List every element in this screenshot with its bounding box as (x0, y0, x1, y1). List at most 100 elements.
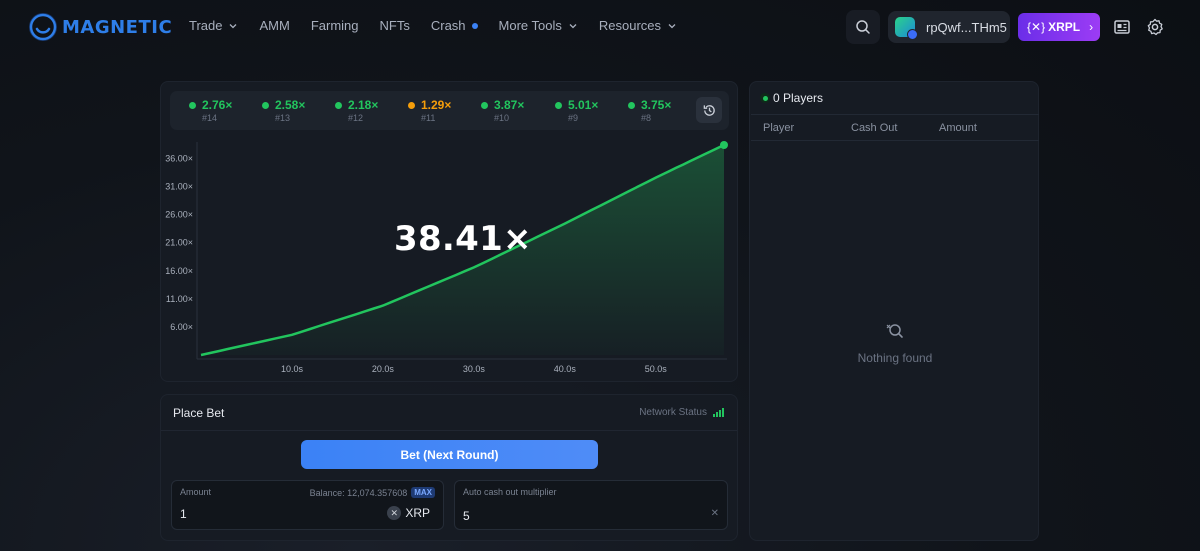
balance-display: Balance: 12,074.357608 MAX (310, 487, 435, 498)
players-panel: 0 Players Player Cash Out Amount Nothing… (749, 81, 1039, 541)
auto-cashout-field[interactable]: Auto cash out multiplier 5 ✕ (454, 480, 728, 530)
search-icon (856, 20, 870, 34)
status-dot (335, 101, 342, 109)
history-round: #11 (421, 113, 436, 123)
history-round: #14 (202, 113, 218, 123)
y-tick-label: 26.00× (165, 210, 193, 220)
y-tick-label: 21.00× (165, 238, 193, 248)
menu-label: More Tools (498, 18, 562, 33)
menu-label: Farming (310, 18, 359, 33)
y-tick-label: 6.00× (170, 322, 193, 332)
history-multiplier: 3.75× (641, 98, 672, 112)
active-dot-indicator (471, 22, 478, 29)
status-dot (628, 101, 635, 109)
history-round: #9 (568, 113, 579, 123)
menu-farming[interactable]: Farming (311, 18, 359, 33)
players-table-header: Player Cash Out Amount (751, 114, 1039, 141)
balance-text: Balance: 12,074.357608 (309, 487, 408, 498)
news-icon[interactable] (1113, 18, 1131, 36)
magnetic-logo-icon (29, 13, 57, 41)
menu-nfts[interactable]: NFTs (380, 18, 410, 33)
history-multiplier: 1.29× (421, 98, 452, 112)
status-dot (408, 101, 415, 109)
chevron-down-icon (230, 23, 237, 28)
amount-label: Amount (180, 487, 212, 497)
crash-graph-panel: 2.76× #14 2.58× #13 2.18× #12 1.29× #11 … (160, 81, 738, 382)
menu-label: AMM (259, 18, 290, 33)
currency-selector[interactable]: ✕ XRP (387, 506, 430, 520)
round-history-bar: 2.76× #14 2.58× #13 2.18× #12 1.29× #11 … (170, 91, 729, 130)
history-item[interactable]: 3.87× #10 (481, 98, 541, 123)
xrp-icon: ✕ (387, 506, 402, 520)
players-header: 0 Players (760, 91, 823, 105)
max-button[interactable]: MAX (411, 487, 435, 498)
no-results-icon (886, 324, 903, 338)
history-item[interactable]: 2.18× #12 (335, 98, 395, 123)
place-bet-panel: Place Bet Network Status Bet (Next Round… (160, 394, 738, 541)
history-multiplier: 2.76× (202, 98, 233, 112)
search-button[interactable] (846, 10, 880, 44)
menu-label: Trade (189, 18, 223, 33)
column-cash-out: Cash Out (851, 122, 898, 134)
history-item[interactable]: 2.58× #13 (262, 98, 322, 123)
history-round: #8 (641, 113, 652, 123)
x-tick-label: 10.0s (281, 364, 304, 374)
y-tick-label: 31.00× (165, 182, 193, 192)
y-tick-label: 16.00× (165, 266, 193, 276)
menu-resources[interactable]: Resources (599, 18, 677, 33)
history-multiplier: 5.01× (568, 98, 599, 112)
chart-end-point (720, 141, 728, 149)
history-item[interactable]: 1.29× #11 (408, 98, 468, 123)
menu-label: Resources (598, 18, 662, 33)
chevron-right-icon: › (1089, 20, 1094, 34)
auto-cashout-label: Auto cash out multiplier (463, 487, 557, 497)
bet-button[interactable]: Bet (Next Round) (301, 440, 598, 469)
x-tick-label: 30.0s (463, 364, 486, 374)
y-tick-label: 36.00× (165, 154, 193, 164)
signal-icon (712, 408, 724, 417)
wallet-button[interactable]: rpQwf...THm5 (888, 11, 1010, 43)
status-dot (555, 101, 562, 109)
y-tick-label: 11.00× (166, 294, 193, 304)
column-player: Player (763, 122, 795, 134)
clear-icon[interactable]: ✕ (711, 508, 719, 519)
menu-more-tools[interactable]: More Tools (499, 18, 578, 33)
history-multiplier: 3.87× (494, 98, 525, 112)
menu-crash[interactable]: Crash (431, 18, 478, 33)
empty-text: Nothing found (857, 351, 933, 365)
current-multiplier: 38.41× (394, 219, 532, 259)
top-nav: MAGNETIC Trade AMM Farming NFTs Crash Mo… (0, 0, 1200, 54)
amount-input[interactable]: 1 (180, 507, 187, 521)
status-dot (481, 101, 488, 109)
empty-state: Nothing found (750, 322, 1040, 365)
logo[interactable]: MAGNETIC (28, 12, 172, 42)
history-item[interactable]: 3.75× #8 (628, 98, 688, 123)
chevron-down-icon (668, 23, 676, 28)
panel-title: Place Bet (173, 406, 225, 420)
status-dot (262, 101, 269, 109)
column-amount: Amount (939, 122, 977, 134)
logo-text: MAGNETIC (62, 16, 173, 38)
menu-label: NFTs (379, 18, 410, 33)
wallet-avatar (895, 17, 918, 40)
auto-cashout-input[interactable]: 5 (463, 509, 470, 523)
network-label: XRPL (1048, 20, 1081, 34)
xrpl-icon: {✕} (1027, 20, 1046, 34)
network-xrpl-button[interactable]: {✕} XRPL › (1018, 13, 1100, 41)
history-multiplier: 2.18× (348, 98, 379, 112)
history-item[interactable]: 5.01× #9 (555, 98, 615, 123)
history-button[interactable] (696, 97, 722, 123)
chevron-down-icon (569, 23, 577, 28)
history-round: #12 (348, 113, 364, 123)
x-tick-label: 20.0s (372, 364, 395, 374)
menu-trade[interactable]: Trade (189, 18, 238, 33)
settings-icon[interactable] (1146, 18, 1164, 36)
menu-amm[interactable]: AMM (259, 18, 289, 33)
history-item[interactable]: 2.76× #14 (189, 98, 249, 123)
history-round: #13 (275, 113, 291, 123)
main-menu: Trade AMM Farming NFTs Crash More Tools … (189, 18, 698, 33)
divider (161, 430, 737, 431)
x-tick-label: 40.0s (554, 364, 577, 374)
wallet-address: rpQwf...THm5 (926, 19, 1007, 35)
amount-field[interactable]: Amount Balance: 12,074.357608 MAX 1 ✕ XR… (171, 480, 444, 530)
